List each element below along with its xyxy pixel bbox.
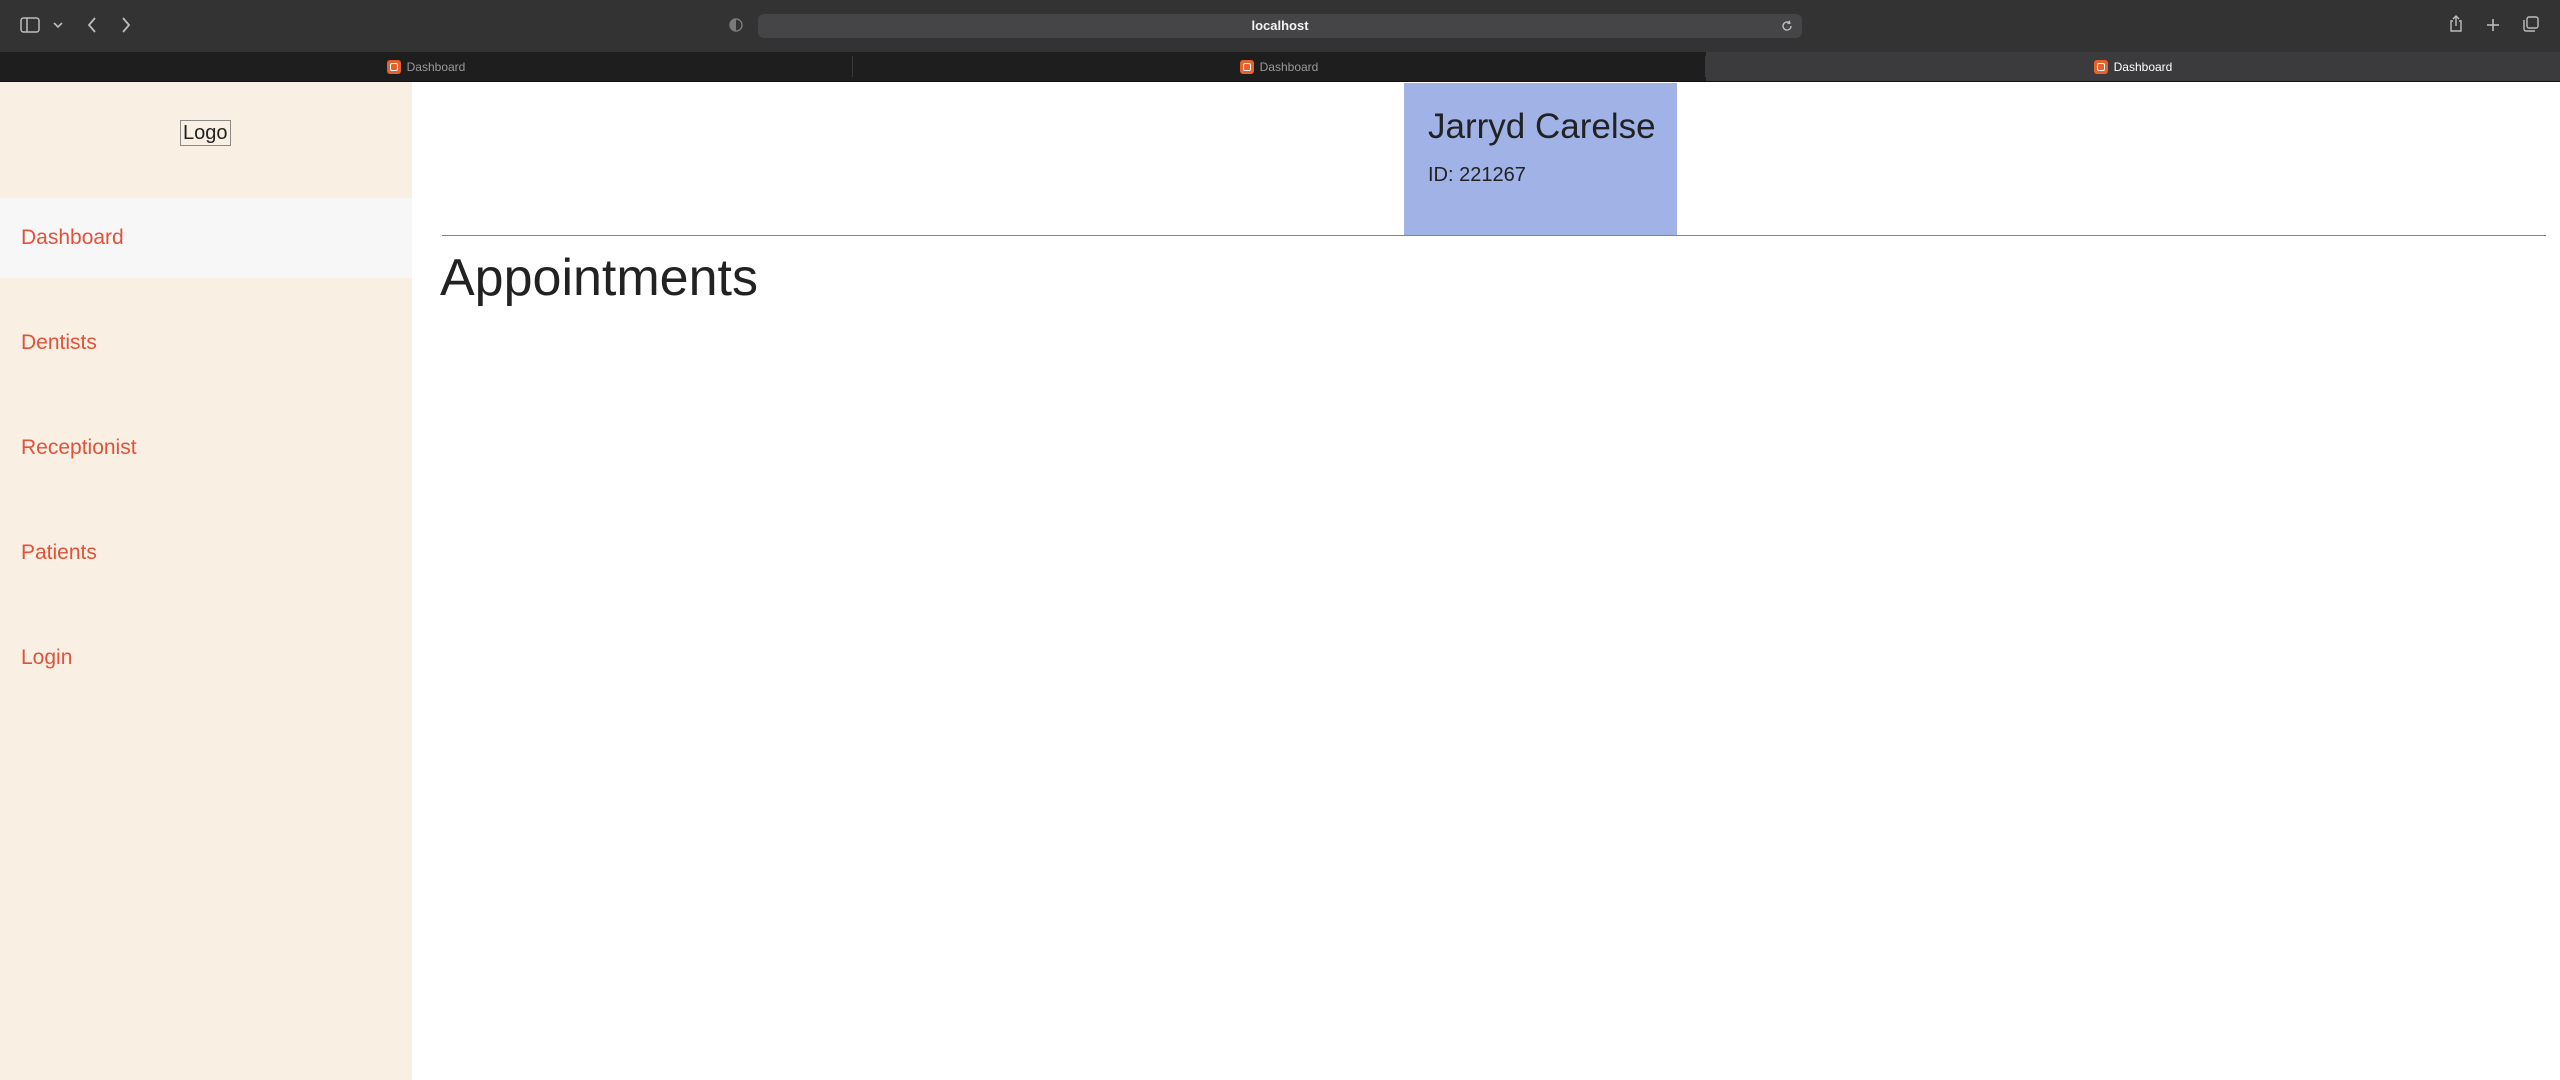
reload-icon[interactable] (1780, 19, 1794, 33)
app-favicon-icon (2093, 59, 2108, 74)
user-name: Jarryd Carelse (1428, 107, 1656, 146)
chevron-right-icon[interactable] (118, 15, 134, 35)
chevron-left-icon[interactable] (84, 15, 100, 35)
sidebar-item-login[interactable]: Login (0, 618, 412, 698)
sidebar-item-receptionist[interactable]: Receptionist (0, 408, 412, 488)
shield-icon[interactable] (728, 17, 744, 33)
sidebar: Logo Dashboard Dentists Receptionist Pat… (0, 82, 412, 1080)
sidebar-item-label: Dentists (21, 331, 97, 354)
tabs-icon[interactable] (2522, 15, 2540, 33)
page-title: Appointments (440, 249, 758, 307)
sidebar-item-label: Dashboard (21, 226, 124, 249)
main-content: Jarryd Carelse ID: 221267 Appointments (412, 82, 2560, 1080)
sidebar-item-label: Patients (21, 541, 97, 564)
browser-tab[interactable]: Dashboard (853, 52, 1705, 81)
sidebar-item-patients[interactable]: Patients (0, 513, 412, 593)
tab-title: Dashboard (1259, 59, 1319, 74)
header-divider (442, 235, 2546, 236)
share-icon[interactable] (2448, 14, 2464, 34)
tab-title: Dashboard (406, 59, 466, 74)
address-bar[interactable]: localhost (758, 14, 1802, 38)
user-id: ID: 221267 (1428, 164, 1526, 186)
logo[interactable]: Logo (180, 120, 231, 146)
user-card: Jarryd Carelse ID: 221267 (1404, 83, 1677, 235)
browser-toolbar: localhost (0, 0, 2560, 52)
sidebar-item-dashboard[interactable]: Dashboard (0, 198, 412, 278)
page: Logo Dashboard Dentists Receptionist Pat… (0, 82, 2560, 1080)
tab-bar: Dashboard Dashboard Dashboard (0, 52, 2560, 82)
browser-tab-active[interactable]: Dashboard (1706, 52, 2560, 81)
sidebar-item-label: Login (21, 646, 73, 669)
sidebar-icon[interactable] (20, 16, 40, 34)
app-favicon-icon (386, 59, 401, 74)
browser-tab[interactable]: Dashboard (0, 52, 852, 81)
app-favicon-icon (1239, 59, 1254, 74)
tab-title: Dashboard (2113, 59, 2173, 74)
sidebar-item-dentists[interactable]: Dentists (0, 303, 412, 383)
sidebar-item-label: Receptionist (21, 436, 137, 459)
address-url[interactable]: localhost (758, 14, 1802, 38)
chevron-down-icon[interactable] (52, 20, 64, 30)
plus-icon[interactable] (2484, 16, 2502, 34)
